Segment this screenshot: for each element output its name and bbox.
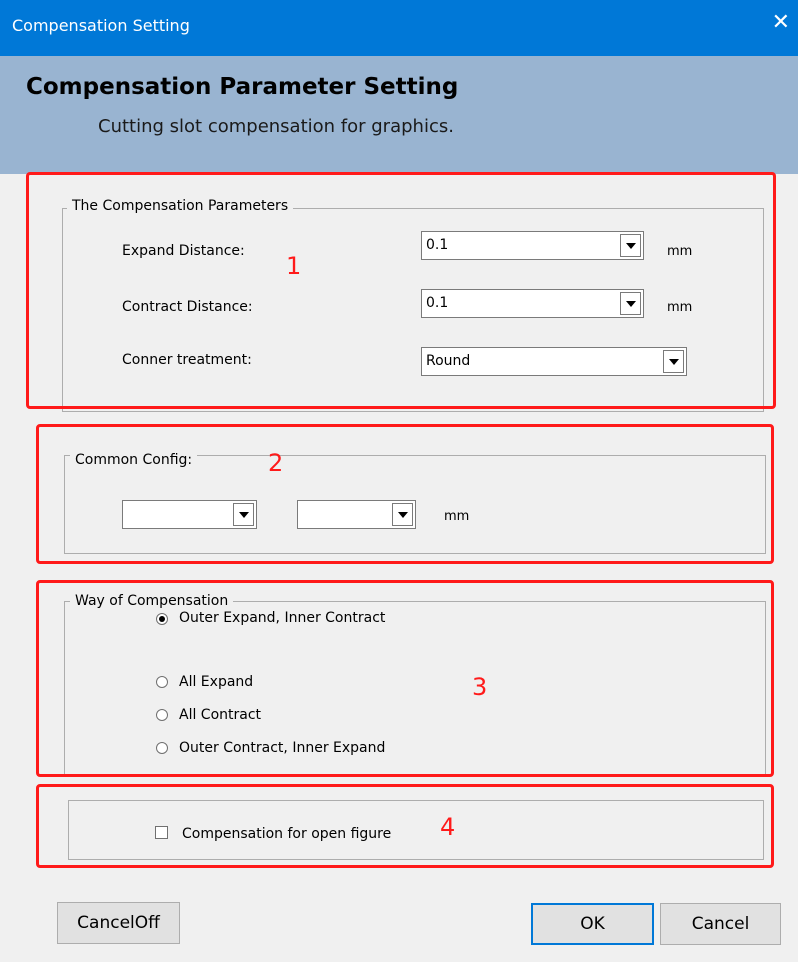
- cancel-button[interactable]: Cancel: [660, 903, 781, 945]
- window-title: Compensation Setting: [12, 16, 190, 35]
- cancel-off-button[interactable]: CancelOff: [57, 902, 180, 944]
- annotation-number-3: 3: [472, 673, 488, 701]
- annotation-number-4: 4: [440, 813, 456, 841]
- annotation-number-1: 1: [286, 252, 302, 280]
- annotation-box-2: [36, 424, 774, 564]
- annotation-box-4: [36, 784, 774, 868]
- close-icon[interactable]: ✕: [772, 12, 790, 34]
- annotation-box-3: [36, 580, 774, 777]
- annotation-number-2: 2: [268, 449, 284, 477]
- title-bar: Compensation Setting ✕: [0, 0, 798, 56]
- annotation-box-1: [26, 172, 776, 409]
- page-title: Compensation Parameter Setting: [26, 74, 459, 100]
- ok-button[interactable]: OK: [531, 903, 654, 945]
- page-subtitle: Cutting slot compensation for graphics.: [98, 116, 454, 137]
